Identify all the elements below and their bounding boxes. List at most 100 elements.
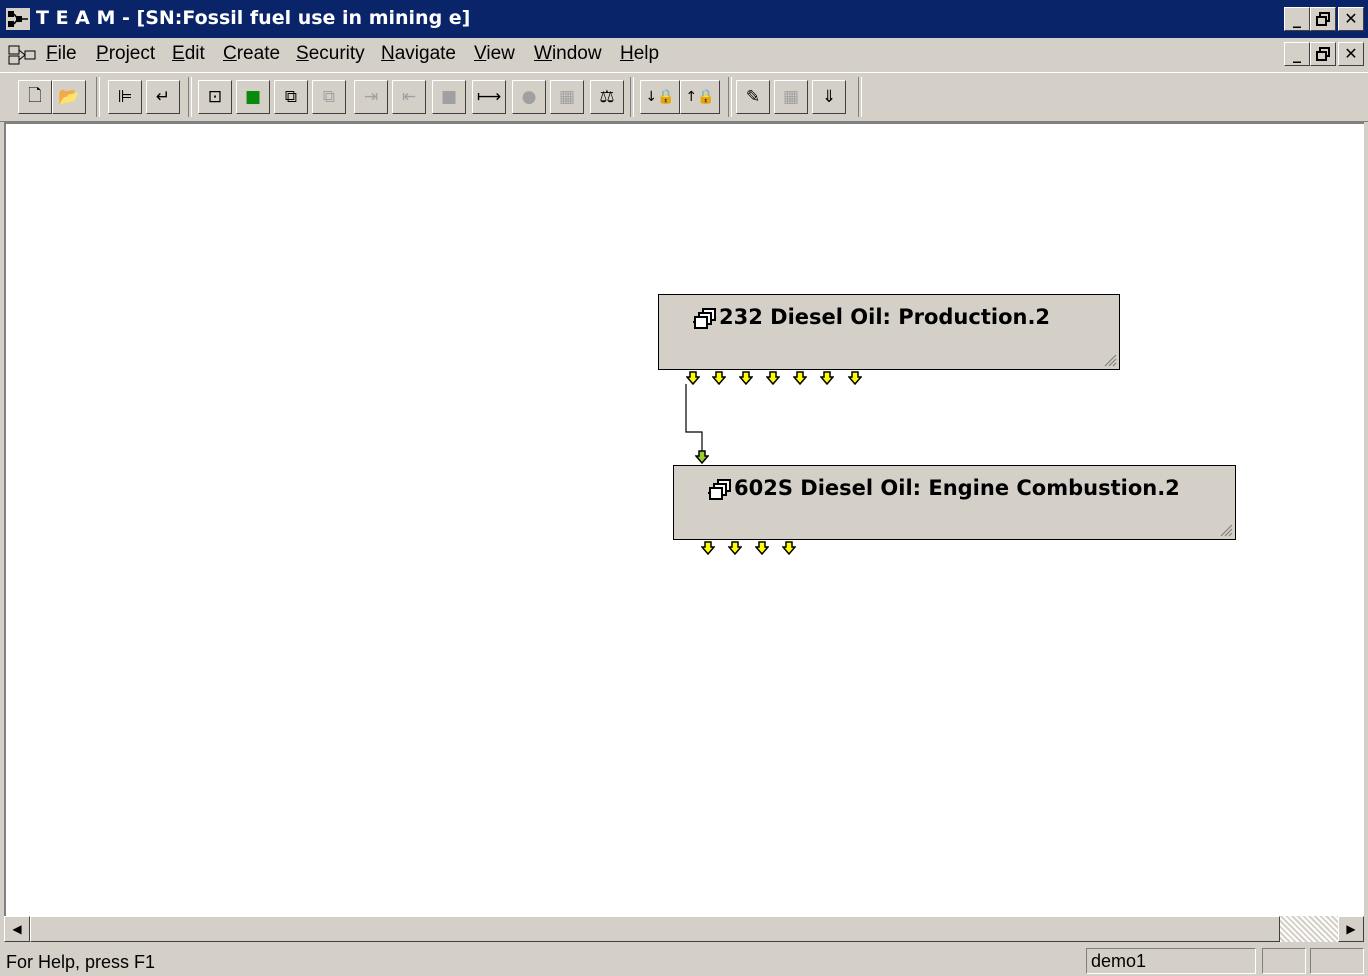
lock-down-icon: ↓🔒 (645, 89, 675, 105)
grid-icon: ▦ (782, 87, 800, 107)
left-arrow-icon: ◀ (12, 922, 22, 936)
menu-create[interactable]: Create (223, 43, 280, 65)
toolbar: 🗋 📂 ⊫ ↵ ⊡ ■ ⧉ ⧉ ⇥ ⇤ ■ ⟼ ● ▦ ⚖ ↓🔒 ↑🔒 ✎ ▦ … (0, 72, 1368, 122)
toolbar-separator (96, 77, 100, 117)
subsystem-button[interactable]: ⊡ (198, 80, 232, 114)
stacked-modules-button[interactable]: ⧉ (274, 80, 308, 114)
node-label: 602S Diesel Oil: Engine Combustion.2 (734, 476, 1180, 500)
tree-view-icon: ⊫ (117, 87, 133, 107)
menu-project[interactable]: Project (96, 43, 155, 65)
restore-icon (1316, 12, 1330, 26)
output-port-arrow-icon[interactable] (820, 371, 834, 385)
output-port-arrow-icon[interactable] (793, 371, 807, 385)
menu-security[interactable]: Security (296, 43, 365, 65)
new-document-button[interactable]: 🗋 (18, 80, 52, 114)
stacked-modules-icon: ⧉ (284, 87, 298, 107)
scroll-track[interactable] (1280, 916, 1338, 942)
stacked-modules-disabled-icon: ⧉ (322, 87, 336, 107)
mdi-minimize-button[interactable]: _ (1284, 42, 1310, 66)
balance-button[interactable]: ⚖ (590, 80, 624, 114)
lock-down-button[interactable]: ↓🔒 (640, 80, 680, 114)
menu-file[interactable]: File (46, 43, 77, 65)
menu-help[interactable]: Help (620, 43, 659, 65)
new-document-icon: 🗋 (28, 85, 42, 106)
output-port-arrow-icon[interactable] (739, 371, 753, 385)
mdi-close-button[interactable]: ✕ (1338, 42, 1364, 66)
module-button[interactable]: ■ (236, 80, 270, 114)
calculator-button[interactable]: ▦ (550, 80, 584, 114)
connect-icon: ⟼ (476, 87, 502, 107)
lock-up-icon: ↑🔒 (685, 89, 715, 105)
mdi-restore-button[interactable] (1310, 42, 1336, 66)
node-label: 232 Diesel Oil: Production.2 (719, 305, 1051, 329)
lock-up-button[interactable]: ↑🔒 (680, 80, 720, 114)
output-port-arrow-icon[interactable] (755, 541, 769, 555)
scroll-thumb[interactable] (30, 916, 1280, 942)
scroll-left-button[interactable]: ◀ (4, 916, 30, 942)
status-user: demo1 (1091, 951, 1147, 971)
document-system-icon[interactable] (8, 45, 38, 65)
edit-table-button[interactable]: ✎ (736, 80, 770, 114)
stacked-modules-disabled-button[interactable]: ⧉ (312, 80, 346, 114)
module-stack-icon (693, 308, 716, 329)
return-arrow-icon: ↵ (155, 87, 171, 107)
open-folder-icon: 📂 (58, 87, 80, 107)
edit-table-icon: ✎ (745, 87, 761, 107)
toolbar-separator (188, 77, 192, 117)
input-port-arrow-icon[interactable] (695, 450, 709, 464)
status-panel (1262, 948, 1306, 974)
module-green-icon: ■ (244, 87, 262, 107)
link-out-button[interactable]: ⇤ (392, 80, 426, 114)
menu-window[interactable]: Window (534, 43, 602, 65)
connect-button[interactable]: ⟼ (472, 80, 506, 114)
output-port-arrow-icon[interactable] (848, 371, 862, 385)
status-panel (1310, 948, 1364, 974)
menu-bar: File Project Edit Create Security Naviga… (0, 38, 1368, 72)
close-button[interactable]: ✕ (1338, 7, 1364, 31)
link-in-button[interactable]: ⇥ (354, 80, 388, 114)
minimize-button[interactable]: _ (1284, 7, 1310, 31)
block-icon: ■ (440, 87, 458, 107)
download-arrow-icon: ⇓ (821, 87, 837, 107)
process-node-232[interactable]: 232 Diesel Oil: Production.2 (658, 294, 1120, 370)
output-port-arrow-icon[interactable] (728, 541, 742, 555)
resize-grip-icon[interactable] (1219, 523, 1233, 537)
restore-button[interactable] (1310, 7, 1336, 31)
output-port-arrow-icon[interactable] (782, 541, 796, 555)
module-stack-icon (708, 479, 731, 500)
output-port-arrow-icon[interactable] (701, 541, 715, 555)
return-button[interactable]: ↵ (146, 80, 180, 114)
toolbar-separator (630, 77, 634, 117)
scroll-right-button[interactable]: ▶ (1338, 916, 1364, 942)
output-port-arrow-icon[interactable] (712, 371, 726, 385)
menu-navigate[interactable]: Navigate (381, 43, 456, 65)
balance-scale-icon: ⚖ (599, 87, 615, 107)
team-app-icon[interactable] (6, 8, 30, 30)
toolbar-separator (728, 77, 732, 117)
sphere-button[interactable]: ● (512, 80, 546, 114)
output-port-arrow-icon[interactable] (686, 371, 700, 385)
block-button[interactable]: ■ (432, 80, 466, 114)
right-arrow-icon: ▶ (1346, 922, 1356, 936)
status-bar: For Help, press F1 demo1 (0, 946, 1368, 976)
status-help-text: For Help, press F1 (6, 952, 156, 972)
resize-grip-icon[interactable] (1103, 353, 1117, 367)
diagram-canvas[interactable]: 232 Diesel Oil: Production.2 602S Diesel… (4, 122, 1364, 916)
link-out-icon: ⇤ (401, 87, 417, 107)
title-bar: T E A M - [SN:Fossil fuel use in mining … (0, 0, 1368, 38)
process-node-602s[interactable]: 602S Diesel Oil: Engine Combustion.2 (673, 465, 1236, 540)
window-title: T E A M - [SN:Fossil fuel use in mining … (36, 7, 471, 29)
grid-button[interactable]: ▦ (774, 80, 808, 114)
restore-icon (1316, 47, 1330, 61)
download-button[interactable]: ⇓ (812, 80, 846, 114)
menu-edit[interactable]: Edit (172, 43, 205, 65)
status-user-panel: demo1 (1086, 948, 1256, 974)
horizontal-scrollbar[interactable]: ◀ ▶ (4, 916, 1364, 942)
subsystem-icon: ⊡ (207, 87, 223, 107)
output-port-arrow-icon[interactable] (766, 371, 780, 385)
open-folder-button[interactable]: 📂 (52, 80, 86, 114)
toolbar-separator (858, 77, 862, 117)
tree-view-button[interactable]: ⊫ (108, 80, 142, 114)
calculator-icon: ▦ (558, 87, 576, 107)
menu-view[interactable]: View (474, 43, 515, 65)
